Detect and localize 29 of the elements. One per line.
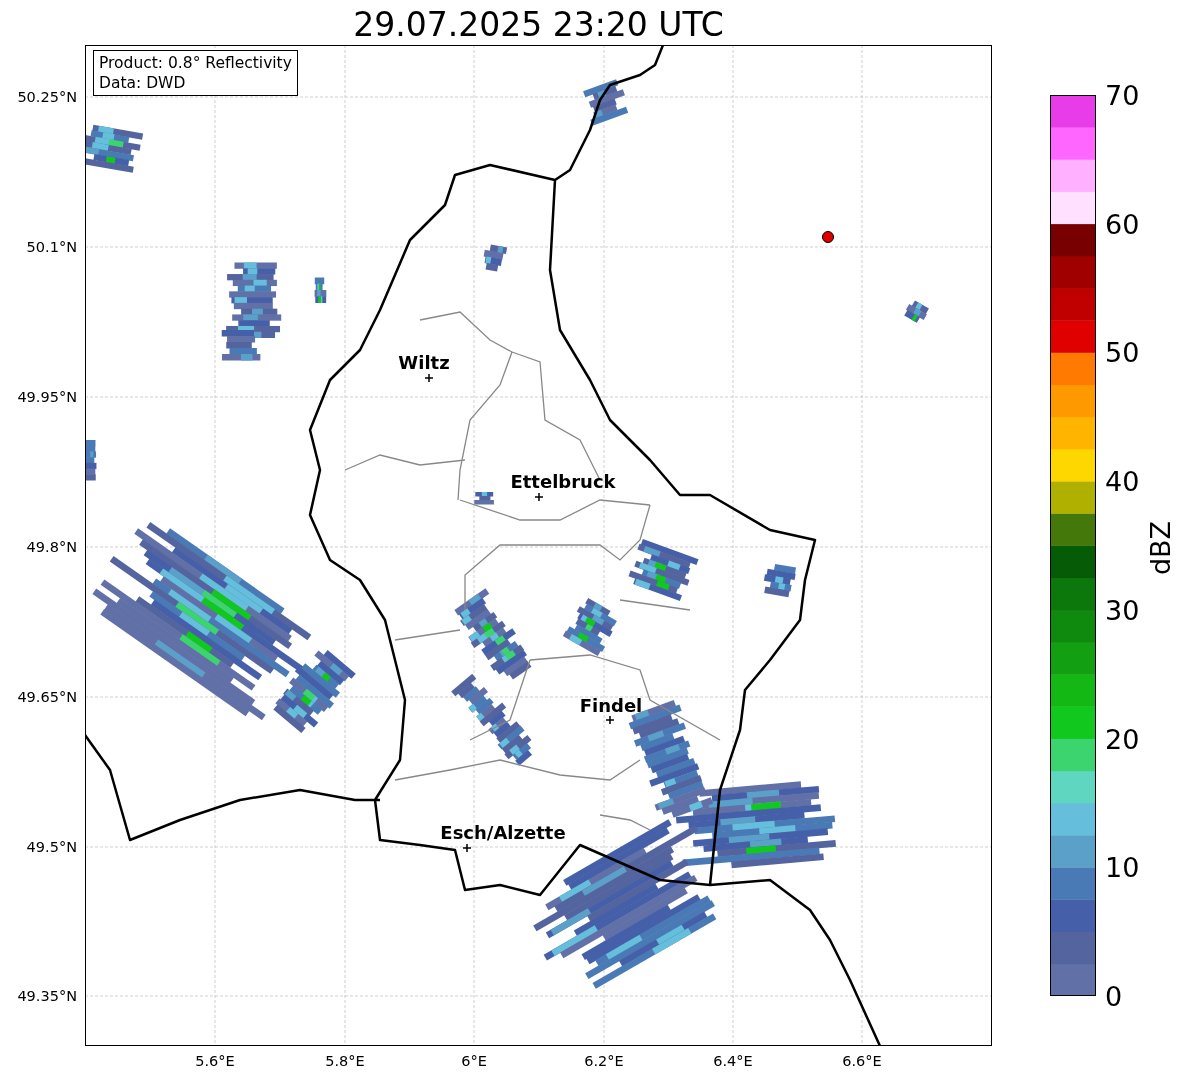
legend-text: Data: DWD [99,73,187,93]
axis-tick-label: 49.5°N [26,839,77,855]
colorbar-tick-label: 20 [1105,723,1140,755]
city-label: Esch/Alzette [440,821,566,843]
axis-tick-label: 49.35°N [17,988,77,1004]
legend-text: Product: 0.8° Reflectivity [99,53,292,73]
axis-tick-label: 6.2°E [584,1053,624,1069]
chart-title: 29.07.2025 23:20 UTC [352,4,725,46]
city-label: Wiltz [398,351,450,373]
axis-tick-label: 5.6°E [195,1053,235,1069]
city-label: Findel [579,694,643,716]
colorbar-tick-label: 30 [1105,594,1140,626]
colorbar-tick-label: 0 [1105,980,1123,1012]
colorbar-tick-label: 50 [1105,336,1140,368]
axis-tick-label: 49.65°N [17,689,77,705]
colorbar-tick-label: 10 [1105,851,1140,883]
city-label: Ettelbruck [510,470,616,492]
colorbar-tick-label: 70 [1105,79,1140,111]
colorbar-tick-label: 60 [1105,208,1140,240]
axis-tick-label: 6.6°E [842,1053,882,1069]
axis-tick-label: 50.25°N [17,89,77,105]
axis-tick-label: 50.1°N [26,239,77,255]
colorbar-label: dBZ [1144,520,1176,576]
axis-tick-label: 6°E [461,1053,487,1069]
axis-tick-label: 49.8°N [26,539,77,555]
axis-tick-label: 49.95°N [17,389,77,405]
colorbar-tick-label: 40 [1105,465,1140,497]
axis-tick-label: 5.8°E [325,1053,365,1069]
axis-tick-label: 6.4°E [713,1053,753,1069]
